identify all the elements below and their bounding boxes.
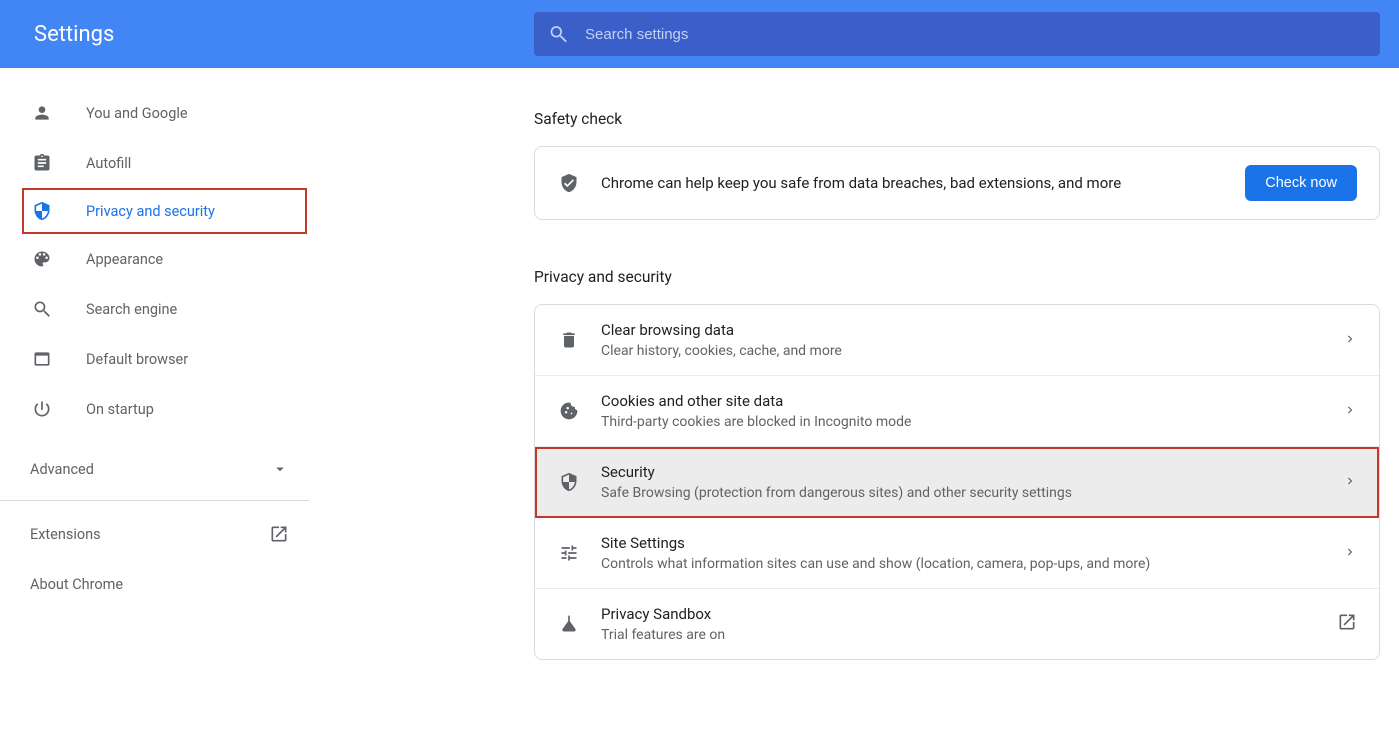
row-cookies[interactable]: Cookies and other site data Third-party … [535, 376, 1379, 447]
row-texts: Privacy Sandbox Trial features are on [601, 605, 1337, 643]
sidebar-item-autofill[interactable]: Autofill [0, 138, 309, 188]
body: You and Google Autofill Privacy and secu… [0, 68, 1399, 731]
row-subtitle: Clear history, cookies, cache, and more [601, 343, 1343, 359]
open-external-icon [269, 524, 289, 544]
sidebar-separator [0, 500, 309, 501]
row-subtitle: Third-party cookies are blocked in Incog… [601, 414, 1343, 430]
chevron-right-icon [1343, 473, 1357, 492]
row-title: Cookies and other site data [601, 392, 1343, 410]
power-icon [30, 397, 54, 421]
main-inner: Safety check Chrome can help keep you sa… [534, 104, 1380, 701]
row-subtitle: Safe Browsing (protection from dangerous… [601, 485, 1343, 501]
sidebar-item-about[interactable]: About Chrome [0, 559, 309, 609]
check-now-button[interactable]: Check now [1245, 165, 1357, 201]
search-icon [30, 297, 54, 321]
section-title-safety: Safety check [534, 104, 1380, 146]
row-texts: Cookies and other site data Third-party … [601, 392, 1343, 430]
row-subtitle: Controls what information sites can use … [601, 556, 1343, 572]
browser-icon [30, 347, 54, 371]
sidebar-item-label: Appearance [86, 251, 163, 268]
sidebar-item-label: Search engine [86, 301, 177, 318]
sidebar-item-label: Default browser [86, 351, 188, 368]
row-site-settings[interactable]: Site Settings Controls what information … [535, 518, 1379, 589]
chevron-right-icon [1343, 402, 1357, 421]
sidebar-item-privacy-security[interactable]: Privacy and security [30, 199, 215, 223]
cookie-icon [557, 399, 581, 423]
search-icon [548, 23, 569, 45]
search-input[interactable] [585, 26, 1366, 43]
sidebar-item-extensions[interactable]: Extensions [0, 509, 309, 559]
person-icon [30, 101, 54, 125]
row-clear-browsing-data[interactable]: Clear browsing data Clear history, cooki… [535, 305, 1379, 376]
open-external-icon [1337, 612, 1357, 636]
sidebar-advanced[interactable]: Advanced [0, 444, 309, 494]
shield-icon [557, 470, 581, 494]
sidebar-item-label: Privacy and security [86, 203, 215, 220]
sidebar-item-you-and-google[interactable]: You and Google [0, 88, 309, 138]
tune-icon [557, 541, 581, 565]
section-title-privacy: Privacy and security [534, 220, 1380, 304]
sidebar-about-label: About Chrome [30, 576, 123, 593]
flask-icon [557, 612, 581, 636]
row-title: Security [601, 463, 1343, 481]
sidebar-highlight: Privacy and security [22, 188, 307, 234]
sidebar-item-default-browser[interactable]: Default browser [0, 334, 309, 384]
chevron-down-icon [271, 460, 289, 478]
shield-check-icon [557, 171, 581, 195]
row-subtitle: Trial features are on [601, 627, 1337, 643]
settings-title: Settings [0, 22, 310, 47]
safety-check-row: Chrome can help keep you safe from data … [535, 147, 1379, 219]
row-title: Site Settings [601, 534, 1343, 552]
shield-icon [30, 199, 54, 223]
row-texts: Site Settings Controls what information … [601, 534, 1343, 572]
trash-icon [557, 328, 581, 352]
search-container [534, 12, 1380, 56]
privacy-card: Clear browsing data Clear history, cooki… [534, 304, 1380, 660]
sidebar-extensions-label: Extensions [30, 526, 101, 543]
search-box[interactable] [534, 12, 1380, 56]
settings-header: Settings [0, 0, 1399, 68]
sidebar-item-appearance[interactable]: Appearance [0, 234, 309, 284]
sidebar-item-on-startup[interactable]: On startup [0, 384, 309, 434]
sidebar-item-label: On startup [86, 401, 154, 418]
safety-check-text: Chrome can help keep you safe from data … [601, 174, 1245, 192]
chevron-right-icon [1343, 331, 1357, 350]
row-texts: Clear browsing data Clear history, cooki… [601, 321, 1343, 359]
row-title: Privacy Sandbox [601, 605, 1337, 623]
sidebar-item-label: You and Google [86, 105, 188, 122]
sidebar-item-search-engine[interactable]: Search engine [0, 284, 309, 334]
row-texts: Security Safe Browsing (protection from … [601, 463, 1343, 501]
sidebar-advanced-label: Advanced [30, 461, 94, 478]
row-security[interactable]: Security Safe Browsing (protection from … [535, 447, 1379, 518]
row-title: Clear browsing data [601, 321, 1343, 339]
sidebar-item-label: Autofill [86, 155, 131, 172]
chevron-right-icon [1343, 544, 1357, 563]
main-content: Safety check Chrome can help keep you sa… [310, 68, 1399, 731]
safety-check-card: Chrome can help keep you safe from data … [534, 146, 1380, 220]
row-privacy-sandbox[interactable]: Privacy Sandbox Trial features are on [535, 589, 1379, 659]
palette-icon [30, 247, 54, 271]
clipboard-icon [30, 151, 54, 175]
sidebar: You and Google Autofill Privacy and secu… [0, 68, 310, 731]
